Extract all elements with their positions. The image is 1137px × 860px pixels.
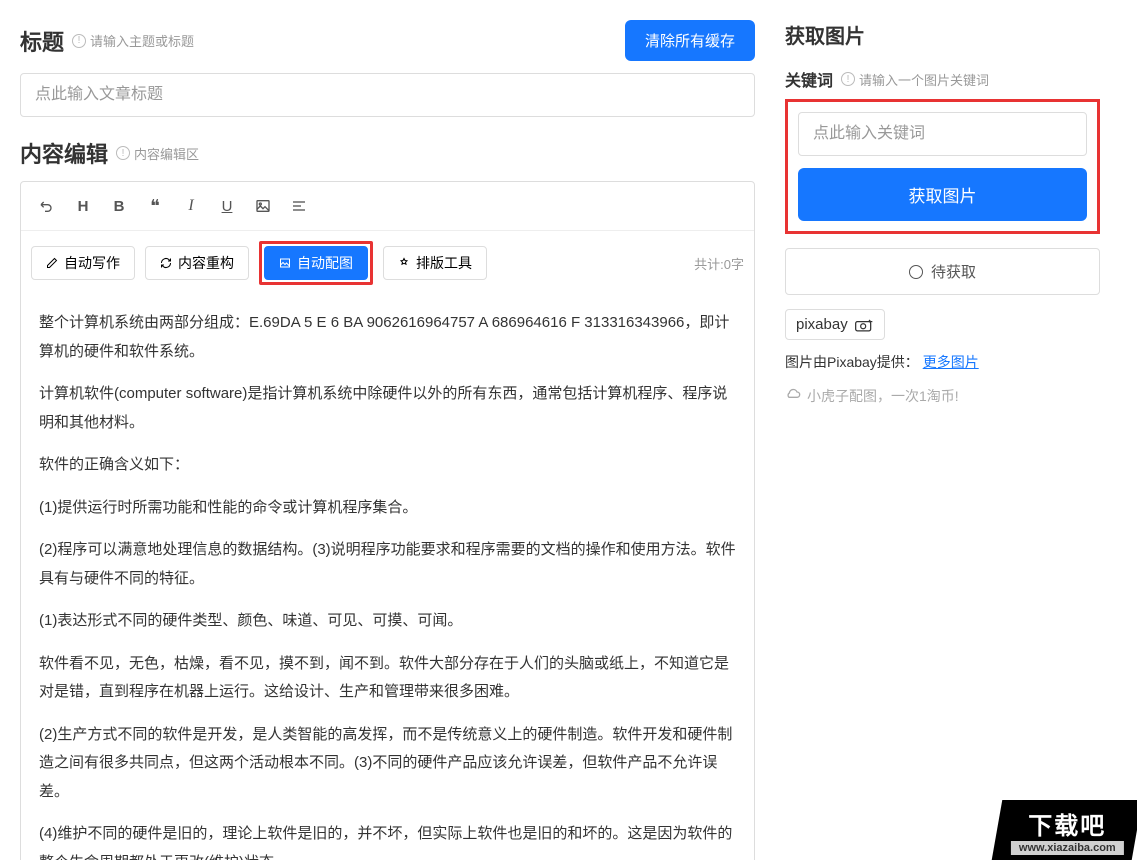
image-source: 图片由Pixabay提供： 更多图片 (785, 352, 1100, 372)
keyword-input[interactable] (798, 112, 1087, 156)
highlight-keyword-box: 获取图片 (785, 99, 1100, 234)
content-paragraph: (2)生产方式不同的软件是开发，是人类智能的高发挥，而不是传统意义上的硬件制造。… (39, 721, 736, 807)
format-toolbar: H B ❝ I U (21, 182, 754, 231)
auto-write-button[interactable]: 自动写作 (31, 246, 135, 280)
layout-icon (398, 257, 410, 269)
image-icon[interactable] (247, 190, 279, 222)
quote-icon[interactable]: ❝ (139, 190, 171, 222)
editor-box: H B ❝ I U 自动写作 内容重构 (20, 181, 755, 860)
circle-icon (909, 265, 923, 279)
footer-hint: 小虎子配图，一次1淘币! (785, 386, 1100, 406)
content-edit-hint: ! 内容编辑区 (116, 144, 199, 163)
more-images-link[interactable]: 更多图片 (923, 354, 979, 370)
pencil-icon (46, 257, 58, 269)
content-paragraph: 计算机软件(computer software)是指计算机系统中除硬件以外的所有… (39, 380, 736, 437)
refresh-icon (160, 257, 172, 269)
bold-icon[interactable]: B (103, 190, 135, 222)
pending-status: 待获取 (785, 248, 1100, 295)
info-icon: ! (116, 146, 130, 160)
clear-cache-button[interactable]: 清除所有缓存 (625, 20, 755, 61)
restructure-button[interactable]: 内容重构 (145, 246, 249, 280)
editor-content[interactable]: 整个计算机系统由两部分组成：E.69DA 5 E 6 BA 9062616964… (21, 295, 754, 860)
watermark: 下载吧 www.xiazaiba.com (992, 800, 1137, 860)
camera-icon (854, 318, 874, 332)
fetch-image-button[interactable]: 获取图片 (798, 168, 1087, 221)
title-hint: ! 请输入主题或标题 (72, 31, 194, 50)
content-paragraph: 整个计算机系统由两部分组成：E.69DA 5 E 6 BA 9062616964… (39, 309, 736, 366)
auto-image-button[interactable]: 自动配图 (264, 246, 368, 280)
article-title-input[interactable] (20, 73, 755, 117)
info-icon: ! (72, 34, 86, 48)
pixabay-badge: pixabay (785, 309, 885, 340)
content-paragraph: (1)提供运行时所需功能和性能的命令或计算机程序集合。 (39, 494, 736, 523)
picture-icon (279, 257, 291, 269)
content-paragraph: (1)表达形式不同的硬件类型、颜色、味道、可见、可摸、可闻。 (39, 607, 736, 636)
word-count: 共计:0字 (694, 254, 744, 273)
fetch-image-title: 获取图片 (785, 20, 1100, 49)
cloud-icon (785, 388, 801, 404)
undo-icon[interactable] (31, 190, 63, 222)
highlight-auto-image: 自动配图 (259, 241, 373, 285)
underline-icon[interactable]: U (211, 190, 243, 222)
content-paragraph: (4)维护不同的硬件是旧的，理论上软件是旧的，并不坏，但实际上软件也是旧的和坏的… (39, 820, 736, 860)
title-section-label: 标题 ! 请输入主题或标题 (20, 25, 194, 57)
content-paragraph: 软件看不见，无色，枯燥，看不见，摸不到，闻不到。软件大部分存在于人们的头脑或纸上… (39, 650, 736, 707)
align-icon[interactable] (283, 190, 315, 222)
content-paragraph: 软件的正确含义如下： (39, 451, 736, 480)
italic-icon[interactable]: I (175, 190, 207, 222)
info-icon: ! (841, 72, 855, 86)
content-edit-label: 内容编辑 ! 内容编辑区 (20, 137, 755, 169)
keyword-label: 关键词 ! 请输入一个图片关键词 (785, 67, 1100, 91)
content-paragraph: (2)程序可以满意地处理信息的数据结构。(3)说明程序功能要求和程序需要的文档的… (39, 536, 736, 593)
heading-icon[interactable]: H (67, 190, 99, 222)
layout-tool-button[interactable]: 排版工具 (383, 246, 487, 280)
